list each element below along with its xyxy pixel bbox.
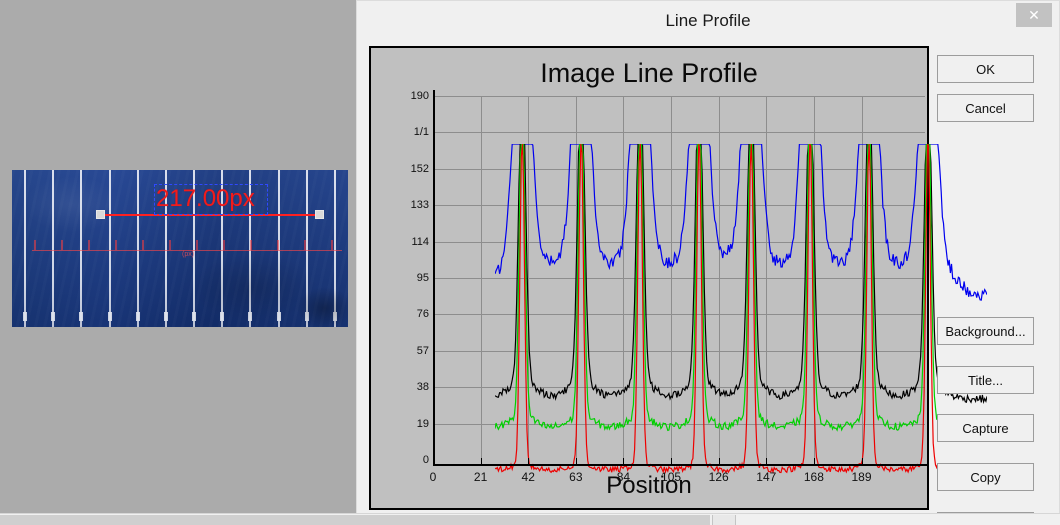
x-tick-mark <box>671 458 673 465</box>
busbar-line <box>135 170 140 327</box>
profile-tick <box>331 240 333 250</box>
x-tick-label: 42 <box>521 470 535 484</box>
y-tick-label: 76 <box>416 308 429 321</box>
profile-tick <box>250 240 252 250</box>
y-tick-label: 190 <box>410 90 429 102</box>
x-tick-label: 126 <box>708 470 729 484</box>
scrollbar-grip[interactable] <box>712 515 736 525</box>
busbar-line <box>23 170 27 327</box>
y-tick-label: 152 <box>410 162 429 175</box>
y-tick-label: 57 <box>416 344 429 357</box>
busbar-line <box>107 170 112 327</box>
cancel-button-label: Cancel <box>965 100 1006 116</box>
profile-tick <box>34 240 36 250</box>
dialog-button-column: OK Cancel Background... Title... Capture Copy… <box>937 46 1053 525</box>
dialog-title: Line Profile <box>665 10 751 30</box>
cancel-button[interactable]: Cancel <box>937 94 1034 122</box>
x-tick-mark <box>575 458 577 465</box>
x-tick-mark <box>623 458 625 465</box>
copy-button-label: Copy <box>970 469 1001 485</box>
gridline-horizontal <box>433 96 925 97</box>
trace-blue <box>495 144 987 301</box>
x-tick-mark <box>528 458 530 465</box>
y-tick-label: 38 <box>416 381 429 394</box>
profile-tick <box>196 240 198 250</box>
x-tick-label: 168 <box>803 470 824 484</box>
profile-tick <box>142 240 144 250</box>
profile-midpoint-label: (px) <box>182 251 195 258</box>
profile-tick <box>115 240 117 250</box>
measurement-handle-right[interactable] <box>315 210 324 219</box>
dialog-body: Image Line Profile 0 19 38 57 76 95 114 133 152 1… <box>357 40 1059 525</box>
profile-tick <box>169 240 171 250</box>
x-axis-label: Position <box>606 472 692 499</box>
x-tick-mark <box>480 458 482 465</box>
x-tick-label: 105 <box>661 470 682 484</box>
ok-button-label: OK <box>976 61 995 77</box>
y-axis-tick-labels: 0 19 38 57 76 95 114 133 152 1/1 190 <box>371 48 429 512</box>
x-tick-label: 63 <box>569 470 583 484</box>
x-tick-mark <box>861 458 863 465</box>
title-button[interactable]: Title... <box>937 366 1034 394</box>
profile-tick <box>277 240 279 250</box>
plot-panel[interactable]: Image Line Profile 0 19 38 57 76 95 114 133 152 1… <box>369 46 987 512</box>
horizontal-scrollbar[interactable] <box>0 513 1060 525</box>
scrollbar-thumb[interactable] <box>0 515 710 525</box>
line-profile-dialog: Line Profile ✕ Image Line Profile 0 19 38 5… <box>356 0 1060 525</box>
busbar-line <box>79 170 84 327</box>
close-icon[interactable]: ✕ <box>1016 3 1052 27</box>
busbar-line <box>51 170 56 327</box>
x-axis-line <box>433 464 929 466</box>
image-workspace: (px) 217.00px <box>0 0 356 508</box>
background-button[interactable]: Background... <box>937 317 1034 345</box>
title-button-label: Title... <box>968 372 1003 388</box>
plot-area <box>433 96 987 475</box>
copy-button[interactable]: Copy <box>937 463 1034 491</box>
measurement-handle-left[interactable] <box>96 210 105 219</box>
trace-svg <box>495 144 987 475</box>
measurement-label[interactable]: 217.00px <box>156 185 255 213</box>
solar-cell-image[interactable]: (px) 217.00px <box>12 170 348 327</box>
profile-tick <box>223 240 225 250</box>
busbar-line <box>304 170 309 327</box>
capture-button[interactable]: Capture <box>937 414 1034 442</box>
gridline-horizontal <box>433 132 925 134</box>
y-tick-label: 0 <box>422 454 429 466</box>
background-button-label: Background... <box>945 323 1026 339</box>
gridline-vertical <box>480 96 482 460</box>
y-tick-label: 19 <box>416 417 429 430</box>
dialog-titlebar: Line Profile ✕ <box>357 1 1059 40</box>
capture-button-label: Capture <box>962 420 1009 436</box>
y-tick-label: 95 <box>416 272 429 284</box>
busbar-line <box>333 170 337 327</box>
y-axis-line <box>433 90 435 466</box>
y-tick-label: 114 <box>411 235 429 248</box>
x-tick-label: 84 <box>616 470 631 484</box>
x-tick-label: 189 <box>851 470 872 484</box>
profile-tick <box>304 240 306 250</box>
x-tick-label: 147 <box>756 470 777 484</box>
x-tick-mark <box>433 458 434 465</box>
profile-tick <box>88 240 90 250</box>
x-tick-label: 21 <box>473 470 488 484</box>
y-tick-label: 133 <box>410 199 429 212</box>
profile-tick <box>61 240 63 250</box>
x-tick-label: 0 <box>429 470 437 484</box>
x-tick-mark <box>813 458 815 465</box>
chart-traces <box>495 144 987 508</box>
y-tick-label: 1/1 <box>413 126 429 139</box>
app-root: (px) 217.00px Line Profile ✕ Image Line … <box>0 0 1060 525</box>
x-tick-mark <box>766 458 768 465</box>
chart-title: Image Line Profile <box>540 58 758 88</box>
x-tick-mark <box>718 458 720 465</box>
ok-button[interactable]: OK <box>937 55 1034 83</box>
